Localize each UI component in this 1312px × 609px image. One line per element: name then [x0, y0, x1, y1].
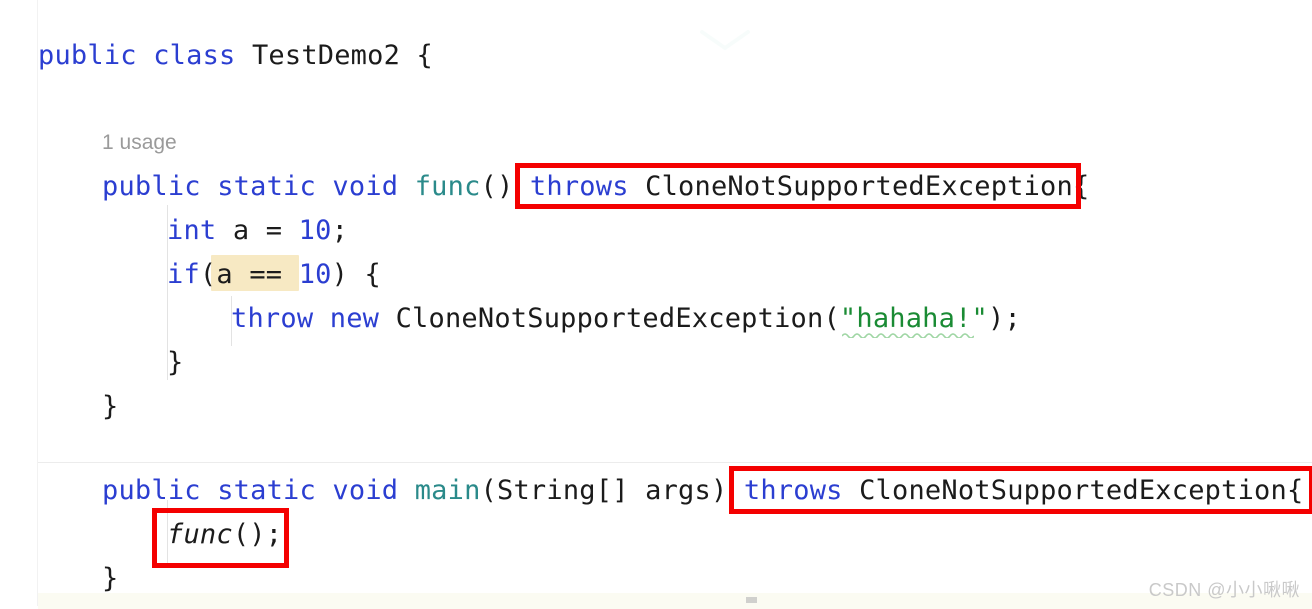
parentheses: ()	[232, 519, 266, 550]
semicolon: ;	[265, 519, 283, 550]
keyword-throws: throws	[743, 475, 843, 506]
number-literal: 10	[298, 215, 332, 246]
chevron-down-icon[interactable]	[698, 28, 752, 54]
keyword-static: static	[217, 171, 316, 202]
gutter-edge-line	[37, 0, 38, 606]
open-brace: {	[1072, 171, 1090, 202]
class-name: TestDemo2	[251, 40, 401, 71]
method-call-func: func	[167, 519, 233, 550]
keyword-void: void	[332, 475, 399, 506]
spellcheck-squiggle	[842, 331, 974, 338]
csdn-watermark: CSDN @小小啾啾	[1148, 580, 1300, 600]
close-brace: }	[102, 391, 119, 422]
paren-open: (	[823, 303, 840, 334]
string-literal: "hahaha!"	[839, 303, 989, 334]
paren-open: (	[199, 259, 217, 290]
code-line-func-call: func();	[167, 513, 282, 557]
open-brace: {	[348, 259, 381, 290]
keyword-public: public	[102, 171, 201, 202]
keyword-if: if	[167, 259, 200, 290]
keyword-static: static	[217, 475, 316, 506]
keyword-class: class	[153, 40, 236, 71]
close-brace: }	[167, 347, 184, 378]
code-editor-canvas[interactable]: public class TestDemo2 { 1 usage public …	[0, 0, 1312, 609]
paren-open: (	[480, 475, 497, 506]
method-name-func: func	[414, 171, 481, 202]
code-line-class-declaration: public class TestDemo2 {	[38, 34, 433, 78]
code-line-func-signature: public static void func() throws CloneNo…	[102, 165, 1089, 209]
keyword-throws: throws	[529, 171, 629, 202]
exception-type: CloneNotSupportedException	[645, 171, 1073, 202]
usage-hint-label[interactable]: 1 usage	[102, 131, 177, 155]
paren-close: )	[710, 475, 728, 506]
number-literal: 10	[298, 259, 332, 290]
method-separator	[38, 462, 1312, 463]
keyword-int: int	[167, 215, 217, 246]
open-brace: {	[416, 40, 433, 71]
semicolon: ;	[1004, 303, 1021, 334]
code-line-main-signature: public static void main(String[] args) t…	[102, 469, 1303, 513]
keyword-throw: throw	[231, 303, 314, 334]
param-type: String[]	[497, 475, 629, 506]
paren-close: )	[988, 303, 1005, 334]
keyword-public: public	[38, 40, 137, 71]
code-line-close-if: }	[167, 341, 183, 385]
variable-assignment: a =	[216, 215, 299, 246]
operator-equals: ==	[232, 259, 299, 290]
code-line-int-declaration: int a = 10;	[167, 209, 348, 253]
method-name-main: main	[414, 475, 481, 506]
paren-close: )	[331, 259, 349, 290]
keyword-void: void	[332, 171, 399, 202]
open-brace: {	[1286, 475, 1304, 506]
code-line-close-func: }	[102, 385, 118, 429]
caret-marker	[746, 597, 757, 603]
keyword-new: new	[329, 303, 380, 334]
semicolon: ;	[331, 215, 349, 246]
exception-type: CloneNotSupportedException	[395, 303, 824, 334]
variable-a: a	[216, 259, 233, 290]
close-brace: }	[102, 563, 119, 594]
param-name: args	[645, 475, 711, 506]
code-line-if-condition: if(a == 10) {	[167, 253, 381, 297]
current-line-highlight	[38, 593, 1312, 609]
keyword-public: public	[102, 475, 201, 506]
parentheses: ()	[480, 171, 514, 202]
exception-type: CloneNotSupportedException	[859, 475, 1287, 506]
